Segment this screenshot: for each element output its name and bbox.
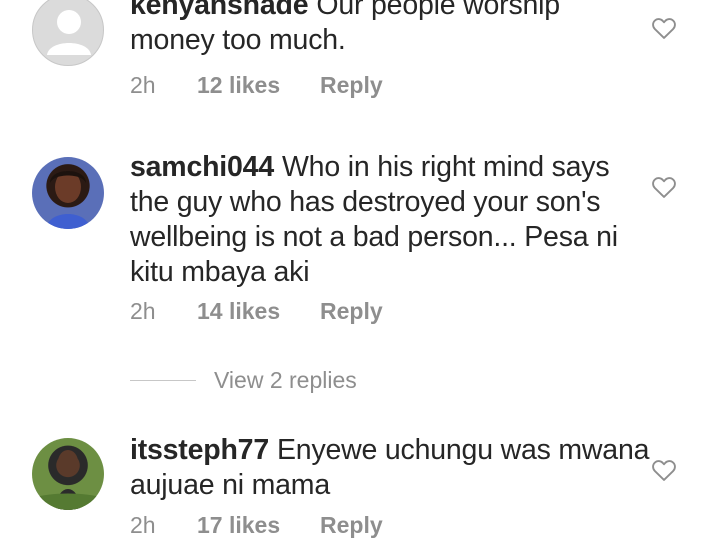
comment-meta: 2h 12 likes Reply <box>130 72 383 99</box>
comment-likes[interactable]: 17 likes <box>197 512 320 539</box>
profile-photo <box>32 450 104 510</box>
reply-button[interactable]: Reply <box>320 512 383 539</box>
heart-outline-icon[interactable] <box>650 173 678 201</box>
comment-text-block: kenyanshade Our people worship money too … <box>130 0 650 58</box>
comment-meta: 2h 17 likes Reply <box>130 512 383 539</box>
comment-time: 2h <box>130 512 156 538</box>
view-replies-label: View 2 replies <box>214 366 357 393</box>
comment-text-block: samchi044 Who in his right mind says the … <box>130 150 650 290</box>
avatar[interactable] <box>32 438 104 510</box>
comment-username[interactable]: itssteph77 <box>130 434 269 466</box>
avatar[interactable] <box>32 0 104 66</box>
comment-time: 2h <box>130 72 156 98</box>
comment-meta: 2h 14 likes Reply <box>130 298 383 325</box>
comment-username[interactable]: samchi044 <box>130 151 274 183</box>
avatar[interactable] <box>32 157 104 229</box>
view-replies-button[interactable]: View 2 replies <box>130 362 357 398</box>
heart-outline-icon[interactable] <box>650 14 678 42</box>
comment-likes[interactable]: 14 likes <box>197 298 320 325</box>
comment-likes[interactable]: 12 likes <box>197 72 320 99</box>
heart-outline-icon[interactable] <box>650 456 678 484</box>
comment-time: 2h <box>130 298 156 324</box>
comment-username[interactable]: kenyanshade <box>130 0 309 21</box>
reply-button[interactable]: Reply <box>320 72 383 99</box>
view-replies-divider <box>130 379 196 381</box>
comment-text-block: itssteph77 Enyewe uchungu was mwana aujua… <box>130 433 650 503</box>
default-avatar-icon <box>47 10 91 55</box>
profile-photo <box>46 171 90 229</box>
reply-button[interactable]: Reply <box>320 298 383 325</box>
